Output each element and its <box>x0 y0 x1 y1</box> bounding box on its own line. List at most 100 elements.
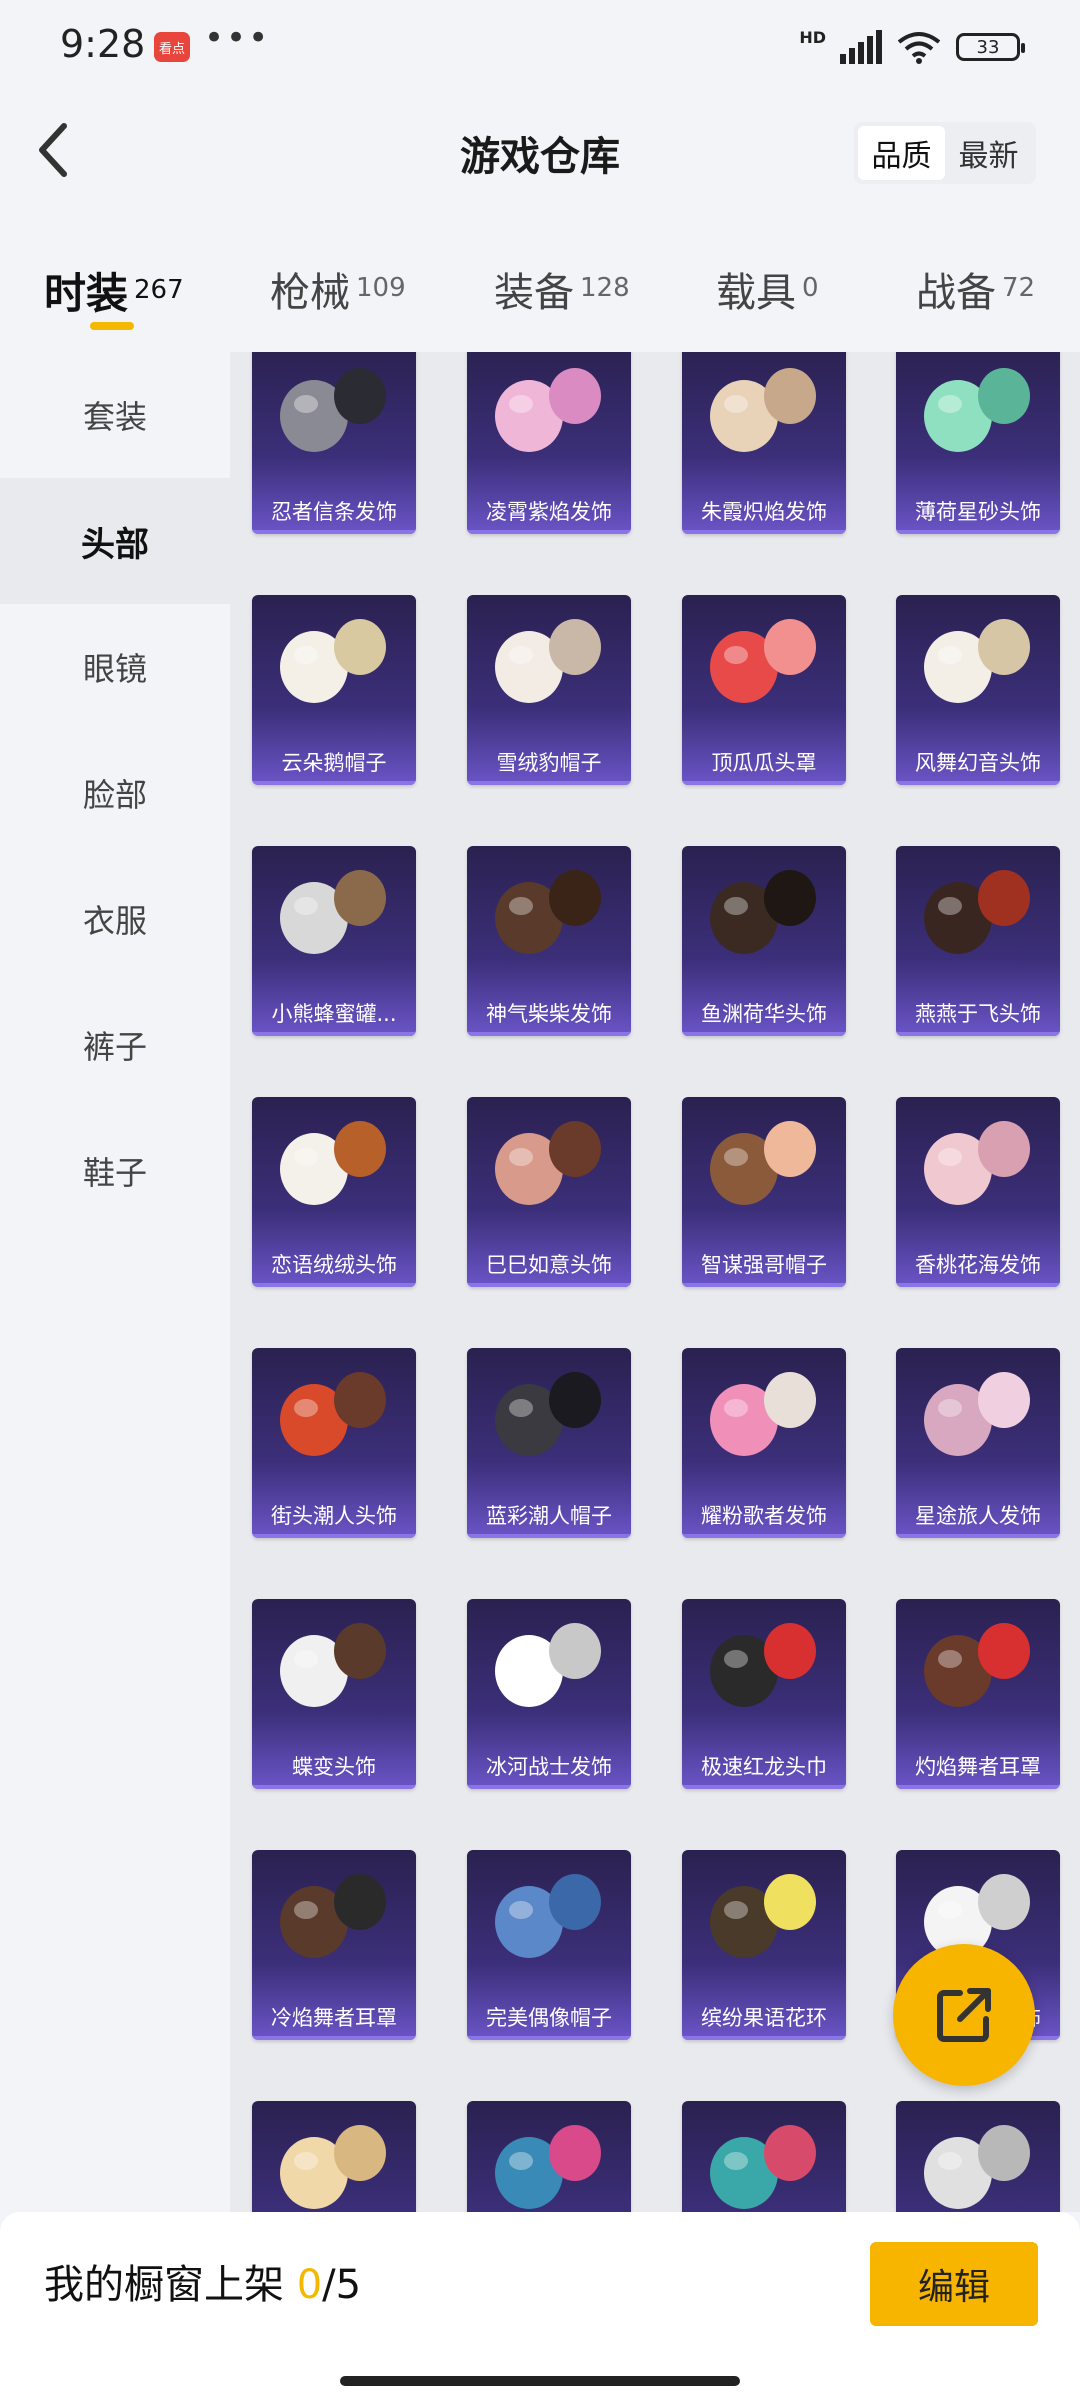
item-card[interactable]: 神气柴柴发饰 <box>467 846 631 1036</box>
sidebar-item-clothes[interactable]: 衣服 <box>0 856 230 982</box>
item-card[interactable]: 智谋强哥帽子 <box>682 1097 846 1287</box>
item-name: 朱霞炽焰发饰 <box>701 500 827 524</box>
item-name: 街头潮人头饰 <box>271 1504 397 1528</box>
item-card[interactable]: 小熊蜂蜜罐... <box>252 846 416 1036</box>
sidebar-item-face[interactable]: 脸部 <box>0 730 230 856</box>
wifi-icon <box>897 32 941 64</box>
item-thumbnail <box>710 1372 816 1456</box>
item-card[interactable]: 完美偶像帽子 <box>467 1850 631 2040</box>
item-card[interactable]: 冰河战士发饰 <box>467 1599 631 1789</box>
item-card[interactable]: 薄荷星砂头饰 <box>896 352 1060 534</box>
hd-label: HD <box>799 27 826 47</box>
item-card[interactable]: 巳巳如意头饰 <box>467 1097 631 1287</box>
item-thumbnail <box>710 1121 816 1205</box>
item-thumbnail <box>710 1874 816 1958</box>
sidebar-item-outfit[interactable]: 套装 <box>0 352 230 478</box>
battery-icon: 33 <box>956 33 1025 61</box>
sort-newest-option[interactable]: 最新 <box>945 126 1032 180</box>
tab-supplies[interactable]: 战备 72 <box>916 260 1035 318</box>
item-name: 蝶变头饰 <box>292 1755 376 1779</box>
item-card[interactable]: 风舞幻音头饰 <box>896 595 1060 785</box>
showcase-total: /5 <box>322 2262 362 2308</box>
item-thumbnail <box>495 870 601 954</box>
item-thumbnail <box>710 870 816 954</box>
item-card[interactable]: 雪绒豹帽子 <box>467 595 631 785</box>
item-card[interactable]: 忍者信条发饰 <box>252 352 416 534</box>
item-card[interactable]: 耀粉歌者发饰 <box>682 1348 846 1538</box>
item-card[interactable]: 凌霄紫焰发饰 <box>467 352 631 534</box>
item-thumbnail <box>924 619 1030 703</box>
status-bar: 9:28 看点 ••• HD 33 <box>0 0 1080 96</box>
item-name: 恋语绒绒头饰 <box>271 1253 397 1277</box>
category-tabs: 时装 267 枪械 109 装备 128 载具 0 战备 72 <box>0 240 1080 340</box>
item-grid: 忍者信条发饰 凌霄紫焰发饰 朱霞炽焰发饰 薄荷星砂头饰云朵鹅帽子 雪绒豹帽子 顶瓜瓜头罩 风… <box>230 352 1080 2212</box>
tab-label: 装备 <box>494 270 574 316</box>
item-thumbnail <box>280 2125 386 2209</box>
item-card[interactable]: 冷焰舞者耳罩 <box>252 1850 416 2040</box>
sort-toggle: 品质 最新 <box>854 122 1036 184</box>
item-thumbnail <box>924 2125 1030 2209</box>
status-icons: HD 33 <box>799 27 1025 64</box>
tab-label: 战备 <box>916 270 996 316</box>
showcase-status: 我的橱窗上架 0/5 <box>44 2252 361 2310</box>
sidebar-item-glasses[interactable]: 眼镜 <box>0 604 230 730</box>
tab-count: 109 <box>356 273 406 303</box>
item-name: 云朵鹅帽子 <box>281 751 387 775</box>
sort-quality-option[interactable]: 品质 <box>858 126 945 180</box>
item-thumbnail <box>495 1623 601 1707</box>
item-name: 巳巳如意头饰 <box>486 1253 612 1277</box>
item-thumbnail <box>710 2125 816 2209</box>
item-thumbnail <box>710 368 816 452</box>
item-card[interactable]: 云朵鹅帽子 <box>252 595 416 785</box>
item-name: 极速红龙头巾 <box>701 1755 827 1779</box>
tab-label: 枪械 <box>270 270 350 316</box>
item-card[interactable]: 香桃花海发饰 <box>896 1097 1060 1287</box>
item-name: 智谋强哥帽子 <box>701 1253 827 1277</box>
item-name: 冰河战士发饰 <box>486 1755 612 1779</box>
status-time: 9:28 <box>60 22 146 66</box>
tab-guns[interactable]: 枪械 109 <box>270 260 406 318</box>
item-card[interactable] <box>252 2101 416 2212</box>
item-card[interactable] <box>896 2101 1060 2212</box>
signal-icon <box>840 30 882 64</box>
item-thumbnail <box>495 2125 601 2209</box>
item-card[interactable] <box>467 2101 631 2212</box>
tab-label: 载具 <box>716 270 796 316</box>
item-card[interactable]: 缤纷果语花环 <box>682 1850 846 2040</box>
item-name: 蓝彩潮人帽子 <box>486 1504 612 1528</box>
item-card[interactable]: 恋语绒绒头饰 <box>252 1097 416 1287</box>
item-thumbnail <box>495 1874 601 1958</box>
edit-button[interactable]: 编辑 <box>870 2242 1038 2326</box>
item-card[interactable]: 极速红龙头巾 <box>682 1599 846 1789</box>
item-card[interactable]: 朱霞炽焰发饰 <box>682 352 846 534</box>
item-card[interactable]: 蓝彩潮人帽子 <box>467 1348 631 1538</box>
sidebar-item-head[interactable]: 头部 <box>0 478 230 604</box>
item-name: 缤纷果语花环 <box>701 2006 827 2030</box>
item-name: 星途旅人发饰 <box>915 1504 1041 1528</box>
item-thumbnail <box>280 619 386 703</box>
item-card[interactable] <box>682 2101 846 2212</box>
item-thumbnail <box>280 1121 386 1205</box>
tab-vehicles[interactable]: 载具 0 <box>716 260 819 318</box>
sidebar-item-pants[interactable]: 裤子 <box>0 982 230 1108</box>
item-thumbnail <box>710 619 816 703</box>
item-card[interactable]: 街头潮人头饰 <box>252 1348 416 1538</box>
item-thumbnail <box>924 1623 1030 1707</box>
item-card[interactable]: 灼焰舞者耳罩 <box>896 1599 1060 1789</box>
item-thumbnail <box>924 1372 1030 1456</box>
sidebar-item-shoes[interactable]: 鞋子 <box>0 1108 230 1234</box>
item-name: 顶瓜瓜头罩 <box>711 751 817 775</box>
item-name: 风舞幻音头饰 <box>915 751 1041 775</box>
item-card[interactable]: 蝶变头饰 <box>252 1599 416 1789</box>
tab-fashion[interactable]: 时装 267 <box>44 260 184 321</box>
item-card[interactable]: 鱼渊荷华头饰 <box>682 846 846 1036</box>
item-card[interactable]: 星途旅人发饰 <box>896 1348 1060 1538</box>
active-tab-indicator <box>90 322 134 330</box>
item-card[interactable]: 燕燕于飞头饰 <box>896 846 1060 1036</box>
item-thumbnail <box>280 1623 386 1707</box>
share-button[interactable] <box>893 1944 1035 2086</box>
item-card[interactable]: 顶瓜瓜头罩 <box>682 595 846 785</box>
tab-equipment[interactable]: 装备 128 <box>494 260 630 318</box>
tab-count: 267 <box>134 275 184 305</box>
tab-label: 时装 <box>44 269 129 318</box>
